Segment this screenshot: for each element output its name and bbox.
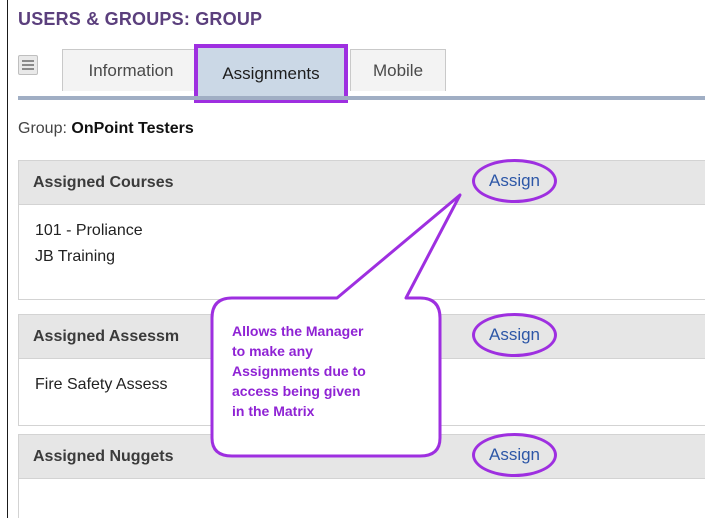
tab-bar: Information Assignments Mobile [18,44,705,103]
tab-information-label: Information [88,60,174,80]
assigned-nuggets-header: Assigned Nuggets Assign [19,433,705,479]
callout-text: Allows the Manager to make any Assignmen… [232,323,366,419]
assigned-nuggets-title: Assigned Nuggets [33,448,174,465]
tab-information[interactable]: Information [62,49,200,91]
tab-assignments[interactable]: Assignments [194,44,348,103]
tab-mobile[interactable]: Mobile [350,49,446,91]
page-title: USERS & GROUPS: GROUP [18,9,263,29]
tab-assignments-label: Assignments [222,63,320,83]
group-label: Group: OnPoint Testers [18,120,194,138]
hamburger-menu-icon[interactable] [18,55,38,75]
tab-mobile-label: Mobile [372,60,424,80]
assigned-courses-header: Assigned Courses Assign [19,159,705,205]
assigned-assessments-title: Assigned Assessm [33,328,180,345]
list-item[interactable]: JB Training [35,244,691,270]
assign-courses-link[interactable]: Assign [472,159,557,203]
assigned-courses-title: Assigned Courses [33,174,174,191]
assign-assessments-link[interactable]: Assign [472,313,557,357]
window-left-border [7,0,8,518]
group-name: OnPoint Testers [71,120,194,137]
assign-nuggets-link[interactable]: Assign [472,433,557,477]
assigned-courses-list: 101 - Proliance JB Training [19,205,705,283]
group-prefix: Group: [18,120,67,137]
tab-underline [18,96,705,100]
assigned-nuggets-panel: Assigned Nuggets Assign [18,433,705,518]
assigned-courses-panel: Assigned Courses Assign 101 - Proliance … [18,159,705,300]
list-item[interactable]: 101 - Proliance [35,218,691,244]
